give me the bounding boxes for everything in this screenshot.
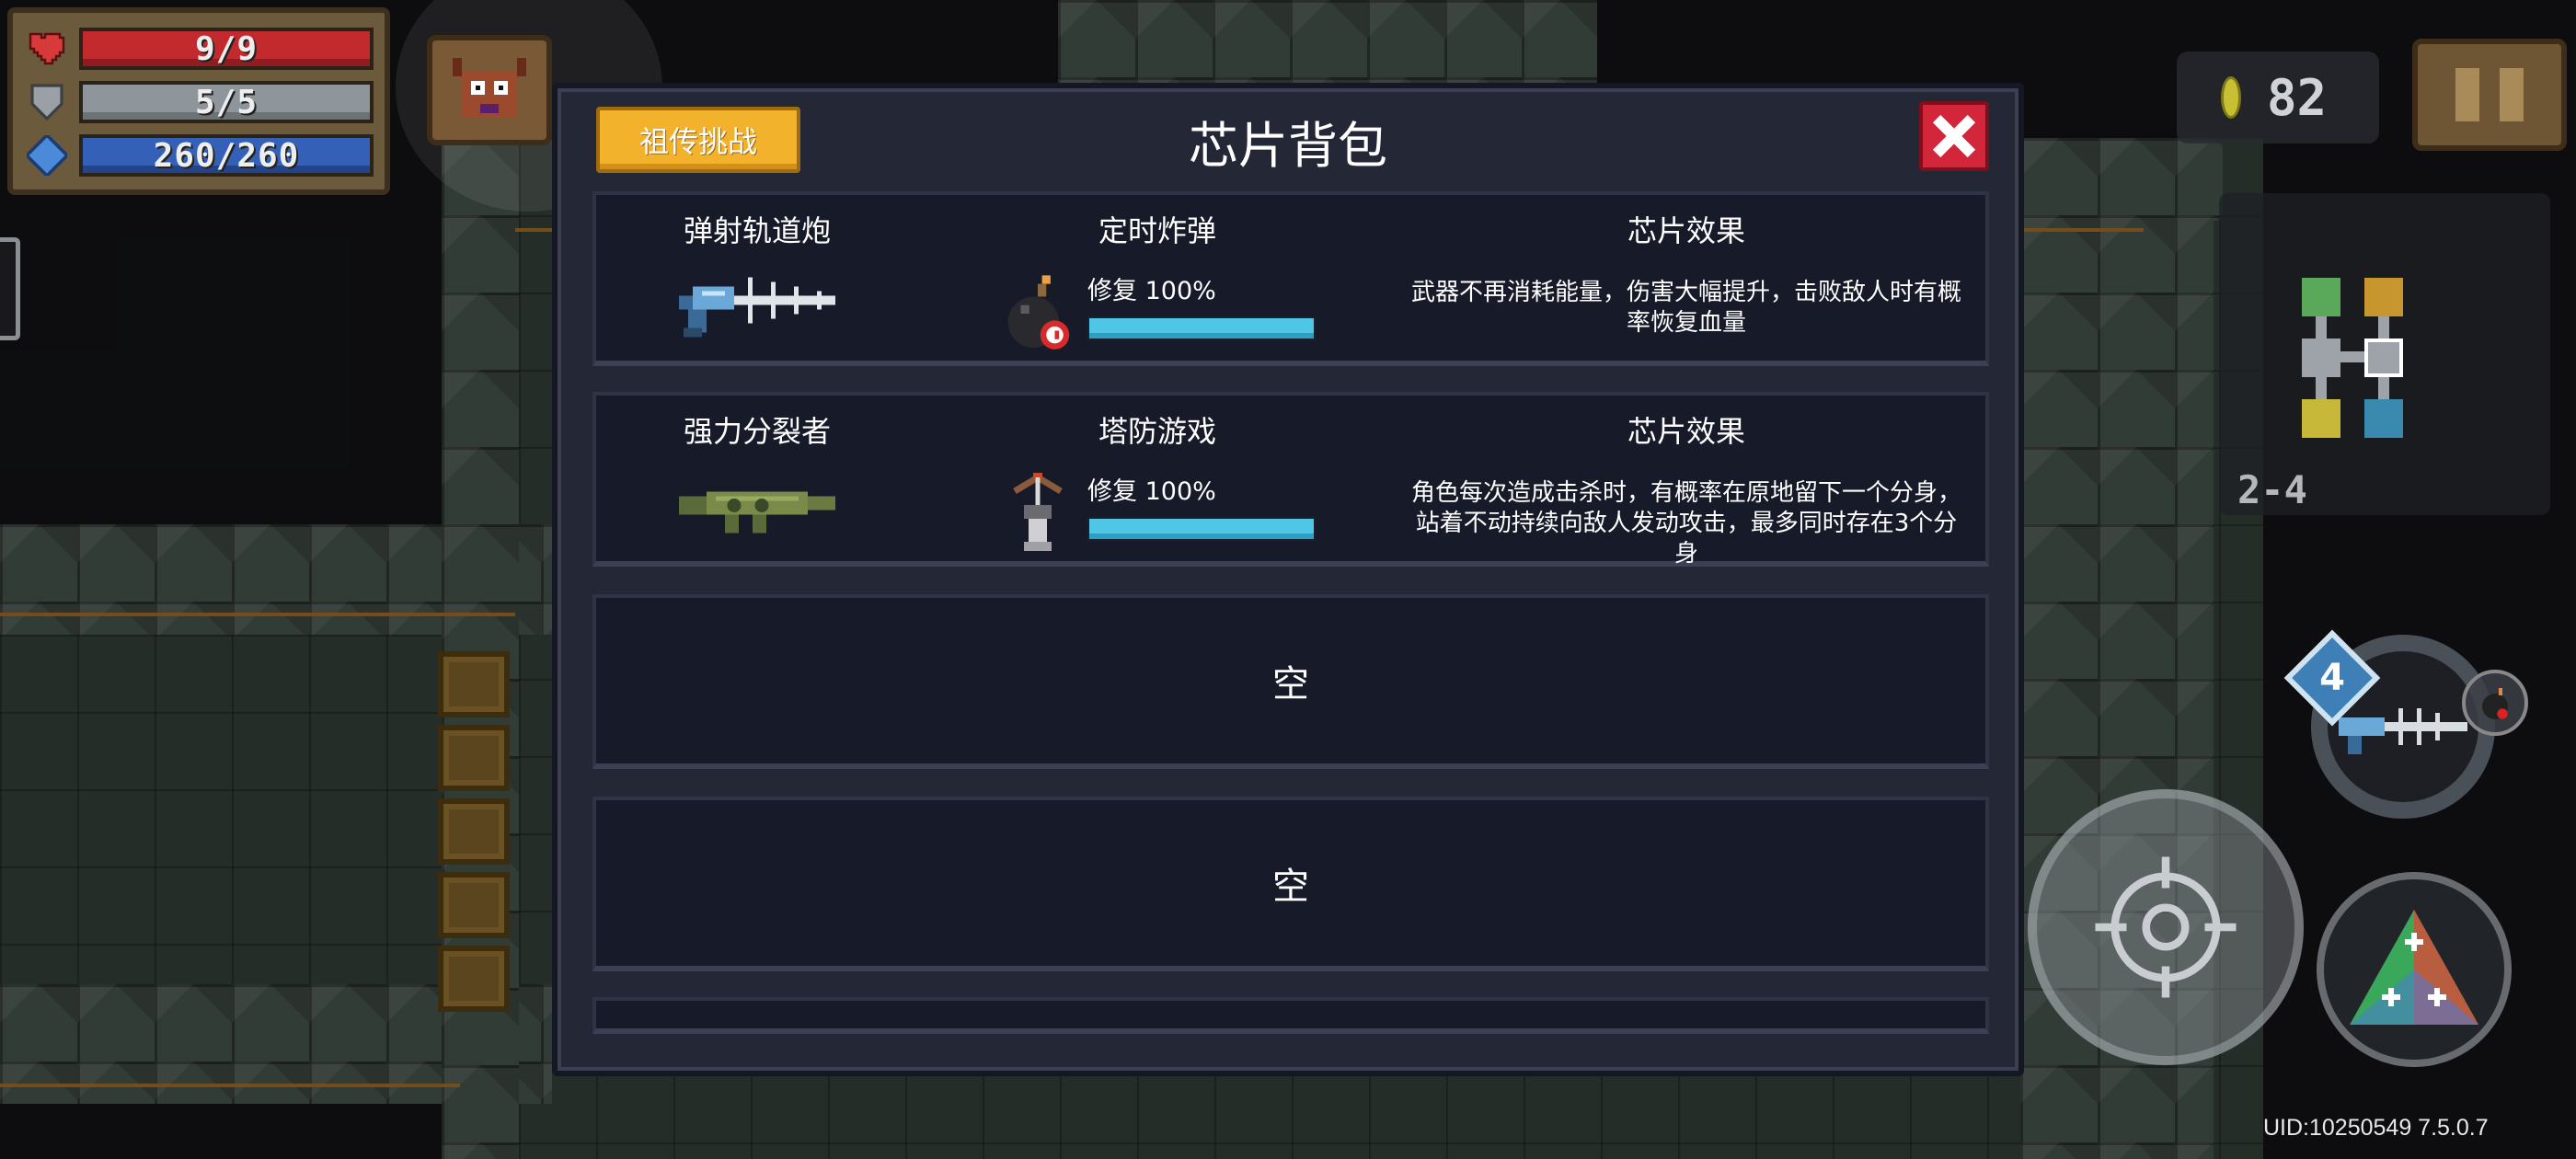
armor-bar: 5/5 — [79, 81, 374, 123]
armor-row: 5/5 — [24, 75, 374, 129]
bug-character-icon — [453, 58, 526, 118]
weapon-energy-cost: 4 — [2319, 657, 2345, 699]
minimap-chest-room — [2364, 278, 2403, 316]
chip-slot-empty[interactable]: 空 — [592, 797, 1989, 971]
crosshair-icon — [2095, 856, 2237, 998]
effect-column: 芯片效果 角色每次造成击杀时，有概率在原地留下一个分身，站着不动持续向敌人发动攻… — [1406, 408, 1967, 569]
character-portrait[interactable] — [427, 35, 552, 145]
modal-title: 芯片背包 — [1189, 117, 1387, 175]
close-button[interactable] — [1919, 101, 1989, 171]
pause-button[interactable] — [2412, 39, 2567, 151]
time-bomb-icon — [1001, 272, 1075, 355]
railgun-icon — [674, 270, 840, 344]
weapon-name: 弹射轨道炮 — [683, 213, 831, 248]
minimap-portal-room — [2364, 399, 2403, 438]
minimap-event-room — [2302, 399, 2340, 438]
shield-icon — [24, 82, 70, 122]
heart-icon — [24, 29, 70, 69]
effect-column: 芯片效果 武器不再消耗能量，伤害大幅提升，击败敌人时有概率恢复血量 — [1406, 208, 1967, 339]
pause-icon — [2455, 68, 2479, 121]
chip-name: 定时炸弹 — [1098, 213, 1216, 248]
coin-count: 82 — [2267, 68, 2328, 127]
energy-row: 260/260 — [24, 129, 374, 182]
hp-row: 9/9 — [24, 22, 374, 75]
close-x-icon — [1932, 114, 1976, 158]
chip-slot-partial[interactable] — [592, 997, 1989, 1034]
chip-column: 定时炸弹 修复 100% — [1001, 208, 1316, 350]
chip-bomb-indicator — [2462, 670, 2528, 736]
chip-backpack-modal: 祖传挑战 芯片背包 弹射轨道炮 定时炸弹 修复 100% 芯片效果 武器不再消耗… — [552, 83, 2024, 1076]
chip-slot[interactable]: 弹射轨道炮 定时炸弹 修复 100% 芯片效果 武器不再消耗能量，伤害大幅提升，… — [592, 191, 1989, 366]
minimap-start-room — [2302, 278, 2340, 316]
repair-status: 修复 100% — [1087, 277, 1216, 305]
effect-header: 芯片效果 — [1627, 213, 1745, 248]
energy-crystal-icon — [24, 135, 70, 176]
chip-slot-empty[interactable]: 空 — [592, 594, 1989, 769]
armor-value: 5/5 — [194, 83, 259, 121]
minimap-room — [2302, 339, 2340, 377]
repair-progress-bar — [1087, 517, 1316, 541]
triangle-skill-icon — [2350, 910, 2478, 1025]
level-indicator: 2-4 — [2237, 467, 2307, 512]
minimap-current-room — [2364, 339, 2403, 377]
skill-button[interactable] — [2317, 872, 2512, 1067]
bomb-icon — [2482, 688, 2508, 719]
weapon-name: 强力分裂者 — [683, 414, 831, 449]
left-drawer-handle[interactable] — [0, 237, 20, 340]
weapon-column: 强力分裂者 — [624, 408, 891, 545]
repair-progress-bar — [1087, 316, 1316, 340]
coin-counter: 82 — [2177, 52, 2379, 143]
hp-bar: 9/9 — [79, 28, 374, 70]
player-stats-panel: 9/9 5/5 260/260 — [7, 7, 390, 195]
splitter-rifle-icon — [674, 471, 840, 545]
weapon-column: 弹射轨道炮 — [624, 208, 891, 344]
attack-button[interactable] — [2028, 789, 2304, 1065]
uid-version-label: UID:10250549 7.5.0.7 — [2263, 1115, 2489, 1141]
effect-description: 武器不再消耗能量，伤害大幅提升，击败敌人时有概率恢复血量 — [1411, 279, 1962, 337]
repair-status: 修复 100% — [1087, 477, 1216, 506]
effect-header: 芯片效果 — [1627, 414, 1745, 449]
empty-slot-label: 空 — [1272, 866, 1309, 908]
hp-value: 9/9 — [194, 29, 259, 68]
chip-name: 塔防游戏 — [1098, 414, 1216, 449]
energy-bar: 260/260 — [79, 134, 374, 177]
pause-icon-bar — [2500, 68, 2524, 121]
coin-icon — [2221, 76, 2241, 119]
chip-column: 塔防游戏 修复 100% — [1001, 408, 1316, 551]
railgun-icon — [2339, 708, 2467, 754]
effect-description: 角色每次造成击杀时，有概率在原地留下一个分身，站着不动持续向敌人发动攻击，最多同… — [1411, 479, 1962, 568]
crossbow-turret-icon — [1001, 473, 1075, 556]
chip-slot[interactable]: 强力分裂者 塔防游戏 修复 100% 芯片效果 角色每次造成击杀时，有概率在原地… — [592, 392, 1989, 569]
energy-value: 260/260 — [153, 136, 300, 175]
empty-slot-label: 空 — [1272, 663, 1309, 706]
